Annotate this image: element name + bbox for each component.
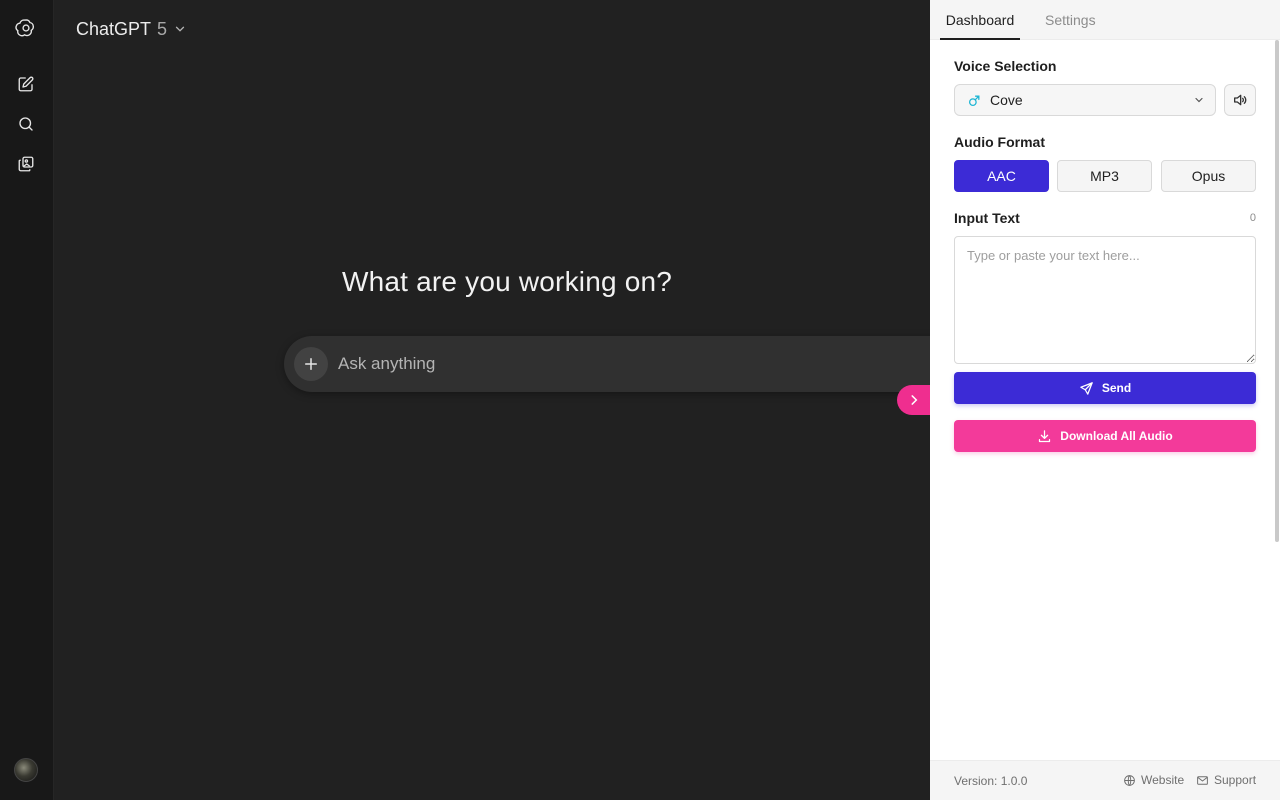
page-headline: What are you working on? (341, 266, 673, 297)
voice-preview-button[interactable] (1224, 84, 1256, 116)
plus-icon (302, 355, 320, 373)
website-link[interactable]: Website (1123, 773, 1184, 787)
send-icon (1079, 381, 1094, 396)
format-aac-button[interactable]: AAC (954, 160, 1049, 192)
send-button[interactable]: Send (954, 372, 1256, 404)
panel-toggle-button[interactable] (897, 385, 930, 415)
voice-selection-label: Voice Selection (954, 58, 1057, 74)
version-text: Version: 1.0.0 (954, 774, 1028, 788)
voice-select[interactable]: Cove (954, 84, 1216, 116)
male-gender-icon (967, 94, 981, 107)
panel-tabs: Dashboard Settings (930, 0, 1280, 40)
composer (284, 336, 930, 392)
add-attachment-button[interactable] (294, 347, 328, 381)
search-icon[interactable] (14, 112, 38, 136)
download-button-label: Download All Audio (1060, 429, 1173, 443)
download-icon (1037, 429, 1052, 444)
tts-text-input[interactable] (954, 236, 1256, 364)
openai-logo-icon[interactable] (14, 16, 38, 40)
model-name: ChatGPT (76, 18, 152, 39)
voice-select-value: Cove (990, 92, 1023, 108)
chevron-down-icon (1193, 94, 1205, 106)
panel-scrollbar[interactable] (1275, 40, 1279, 542)
tab-dashboard[interactable]: Dashboard (940, 0, 1020, 40)
model-version: 5 (157, 18, 168, 39)
chat-main: ChatGPT 5 What are you working on? (55, 0, 930, 800)
format-opus-button[interactable]: Opus (1161, 160, 1256, 192)
model-switcher[interactable]: ChatGPT 5 (76, 16, 187, 42)
speaker-icon (1232, 92, 1248, 108)
new-chat-icon[interactable] (14, 72, 38, 96)
panel-footer: Version: 1.0.0 Website Support (930, 760, 1280, 800)
globe-icon (1123, 774, 1136, 787)
input-text-label: Input Text (954, 210, 1020, 226)
chevron-down-icon (173, 22, 187, 36)
send-button-label: Send (1101, 381, 1132, 395)
prompt-input[interactable] (336, 350, 896, 378)
mail-icon (1196, 774, 1209, 787)
left-sidebar (0, 0, 54, 800)
support-link[interactable]: Support (1196, 773, 1256, 787)
format-mp3-button[interactable]: MP3 (1057, 160, 1152, 192)
download-all-audio-button[interactable]: Download All Audio (954, 420, 1256, 452)
website-link-label: Website (1141, 773, 1185, 787)
tts-extension-panel: Dashboard Settings Voice Selection Cove … (930, 0, 1280, 800)
support-link-label: Support (1214, 773, 1257, 787)
char-count: 0 (1249, 212, 1256, 224)
chevron-right-icon (907, 393, 921, 407)
audio-format-label: Audio Format (954, 134, 1045, 150)
tab-settings[interactable]: Settings (1045, 0, 1096, 40)
user-avatar[interactable] (14, 758, 38, 782)
library-icon[interactable] (14, 152, 38, 176)
